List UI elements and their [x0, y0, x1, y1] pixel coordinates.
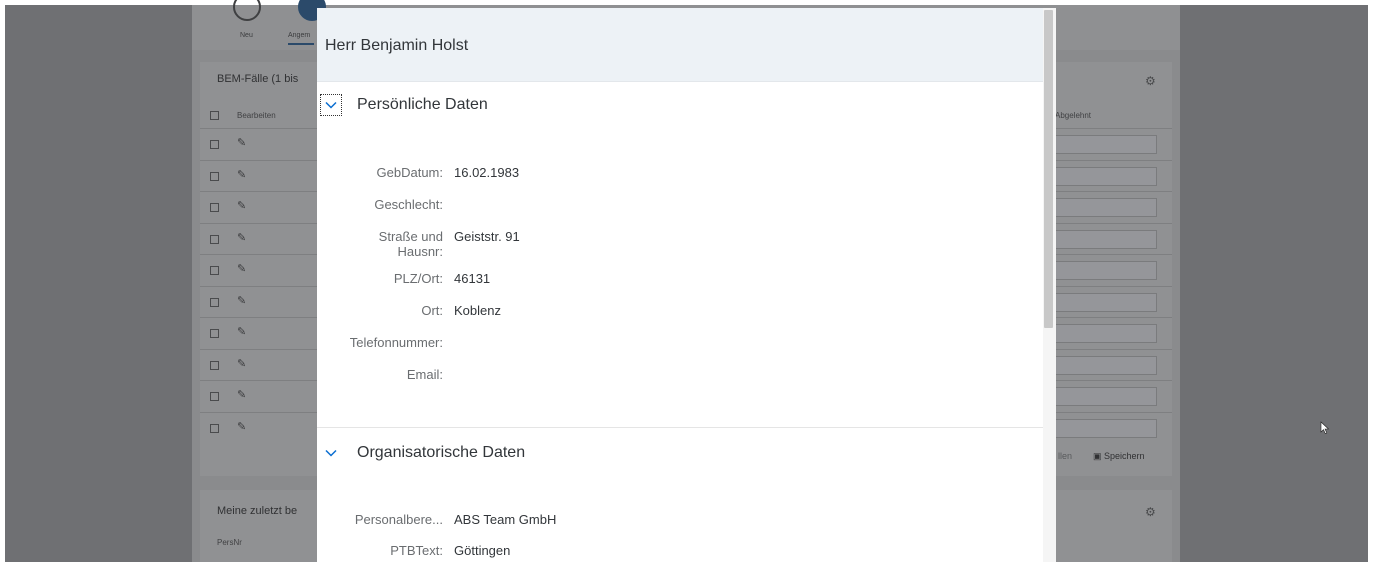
- cancel-label: llen: [1058, 451, 1073, 461]
- field-label-zip: PLZ/Ort:: [393, 271, 443, 286]
- field-label-email: Email:: [406, 367, 443, 382]
- cases-title: BEM-Fälle (1 bis: [217, 73, 299, 85]
- field-label-city: Ort:: [421, 303, 443, 318]
- tab-underline: [288, 43, 314, 45]
- row-checkbox: [210, 360, 219, 370]
- edit-pencil-icon: ✎: [237, 263, 247, 275]
- row-checkbox: [210, 329, 219, 338]
- scrollbar-thumb[interactable]: [1044, 10, 1053, 328]
- dialog-header: Herr Benjamin Holst: [317, 8, 1056, 82]
- settings-icon: ⚙: [1145, 505, 1156, 519]
- screen: Neu Angem BEM-Fälle (1 bis ⚙ Bearbeiten …: [0, 0, 1373, 562]
- column-rejected: Abgelehnt: [1055, 111, 1092, 120]
- row-input: [1055, 135, 1157, 154]
- row-input: [1055, 387, 1157, 406]
- row-checkbox: [210, 266, 219, 275]
- accepted-label: Angem: [288, 32, 311, 39]
- edit-pencil-icon: ✎: [237, 168, 247, 181]
- row-checkbox: [210, 234, 219, 244]
- chevron-down-icon: [325, 449, 337, 457]
- edit-pencil-icon: ✎: [237, 231, 247, 244]
- row-checkbox: [210, 297, 219, 307]
- edit-pencil-icon: ✎: [237, 200, 247, 212]
- save-text: Speichern: [1104, 451, 1145, 461]
- select-all-checkbox: [210, 111, 219, 120]
- organisational-section-toggle[interactable]: [320, 442, 342, 464]
- chevron-down-icon: [325, 101, 337, 109]
- field-label-gender: Geschlecht:: [374, 197, 443, 212]
- field-label-personnel-area: Personalbere...: [354, 512, 443, 527]
- row-input: [1055, 261, 1157, 280]
- field-value-birthdate: 16.02.1983: [454, 165, 520, 180]
- field-value-ptbtext: Göttingen: [454, 543, 511, 558]
- new-icon: [233, 0, 261, 21]
- field-value-zip: 46131: [454, 271, 491, 286]
- edit-pencil-icon: ✎: [237, 137, 247, 149]
- field-label-ptbtext: PTBText:: [390, 543, 443, 558]
- row-checkbox: [210, 423, 219, 433]
- save-label: ▣ Speichern: [1093, 451, 1145, 462]
- field-label-birthdate: GebDatum:: [376, 165, 443, 180]
- row-checkbox: [210, 140, 219, 149]
- mouse-cursor-icon: [1320, 421, 1330, 434]
- row-input: [1055, 355, 1157, 375]
- row-input: [1055, 418, 1157, 438]
- row-input: [1055, 229, 1157, 249]
- row-checkbox: [210, 171, 219, 181]
- field-value-city: Koblenz: [454, 303, 501, 318]
- row-checkbox: [210, 392, 219, 401]
- field-value-street: Geiststr. 91: [454, 229, 520, 244]
- row-input: [1055, 198, 1157, 217]
- row-checkbox: [210, 203, 219, 212]
- field-label-phone: Telefonnummer:: [349, 335, 443, 350]
- personal-section-title: Persönliche Daten: [357, 96, 488, 113]
- new-label: Neu: [240, 32, 253, 39]
- row-input: [1055, 292, 1157, 312]
- column-edit: Bearbeiten: [237, 111, 276, 120]
- row-input: [1055, 324, 1157, 343]
- edit-pencil-icon: ✎: [237, 357, 247, 370]
- edit-pencil-icon: ✎: [237, 326, 247, 338]
- field-label-street: Straße und Hausnr:: [378, 229, 443, 259]
- save-icon: ▣: [1093, 451, 1102, 461]
- personal-section-toggle[interactable]: [320, 94, 342, 116]
- dialog-title: Herr Benjamin Holst: [325, 37, 469, 54]
- column-persnr: PersNr: [217, 538, 242, 547]
- field-value-personnel-area: ABS Team GmbH: [454, 512, 557, 527]
- recent-title: Meine zuletzt be: [217, 505, 298, 517]
- settings-icon: ⚙: [1145, 74, 1156, 88]
- organisational-section-title: Organisatorische Daten: [357, 444, 526, 461]
- section-divider: [317, 427, 1043, 428]
- person-dialog: Herr Benjamin Holst Persönliche Daten Ge…: [317, 8, 1056, 562]
- row-input: [1055, 166, 1157, 186]
- edit-pencil-icon: ✎: [237, 389, 247, 401]
- edit-pencil-icon: ✎: [237, 294, 247, 307]
- edit-pencil-icon: ✎: [237, 420, 247, 433]
